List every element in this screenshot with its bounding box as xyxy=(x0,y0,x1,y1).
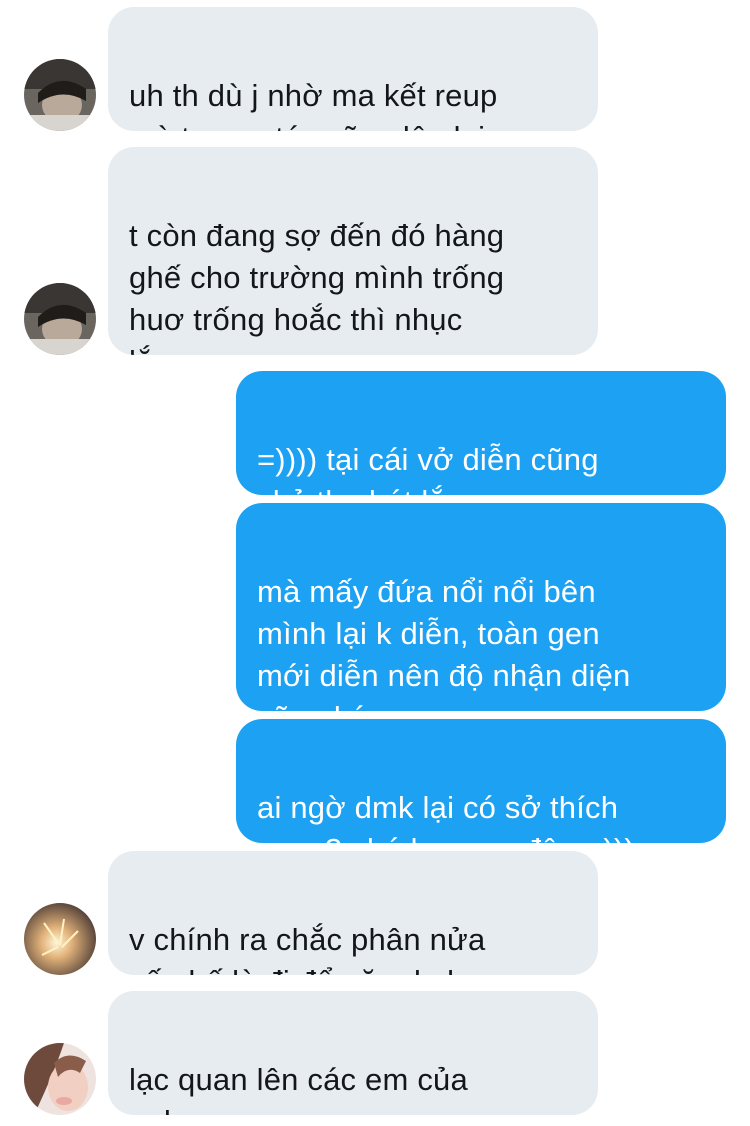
outgoing-message-bubble[interactable]: =)))) tại cái vở diễn cũng chả thu hút l… xyxy=(236,371,726,495)
message-text: lạc quan lên các em của anh xyxy=(129,1062,468,1115)
message-text: mà mấy đứa nổi nổi bên mình lại k diễn, … xyxy=(257,574,631,711)
message-text: uh th dù j nhờ ma kết reup mà tương tác … xyxy=(129,78,504,131)
user-avatar[interactable] xyxy=(24,283,96,355)
boy-photo-avatar-icon xyxy=(24,59,96,131)
message-text: ai ngờ dmk lại có sở thích xem 3 chú lợn… xyxy=(257,790,635,843)
user-avatar[interactable] xyxy=(24,59,96,131)
incoming-message-bubble[interactable]: t còn đang sợ đến đó hàng ghế cho trường… xyxy=(108,147,598,355)
incoming-message-bubble[interactable]: uh th dù j nhờ ma kết reup mà tương tác … xyxy=(108,7,598,131)
outgoing-message-bubble[interactable]: ai ngờ dmk lại có sở thích xem 3 chú lợn… xyxy=(236,719,726,843)
user-avatar[interactable] xyxy=(24,903,96,975)
incoming-message-bubble[interactable]: v chính ra chắc phân nửa số ghế là đi để… xyxy=(108,851,598,975)
message-text: t còn đang sợ đến đó hàng ghế cho trường… xyxy=(129,218,505,355)
user-avatar[interactable] xyxy=(24,1043,96,1115)
outgoing-message-bubble[interactable]: mà mấy đứa nổi nổi bên mình lại k diễn, … xyxy=(236,503,726,711)
message-text: v chính ra chắc phân nửa số ghế là đi để… xyxy=(129,922,486,975)
message-text: =)))) tại cái vở diễn cũng chả thu hút l… xyxy=(257,442,599,495)
girl-photo-avatar-icon xyxy=(24,1043,96,1115)
incoming-message-bubble[interactable]: lạc quan lên các em của anh xyxy=(108,991,598,1115)
sparkler-photo-avatar-icon xyxy=(24,903,96,975)
boy-photo-avatar-icon xyxy=(24,283,96,355)
